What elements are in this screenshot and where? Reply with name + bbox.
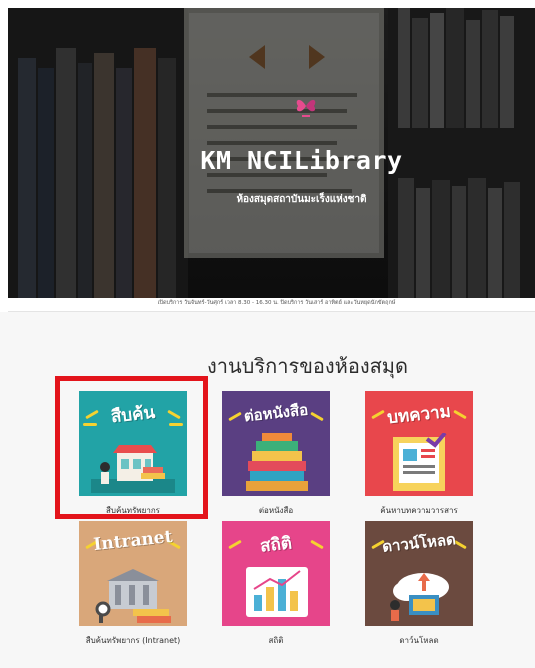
article-icon [393, 433, 447, 491]
service-tile-articles[interactable]: บทความ [365, 391, 473, 496]
site-title: KM NCILibrary [200, 146, 403, 175]
service-tile-intranet[interactable]: Intranet [79, 521, 187, 626]
service-tile-text: ดาวน์โหลด [381, 530, 457, 556]
service-tile-text: ต่อหนังสือ [243, 400, 309, 426]
service-tile-renew[interactable]: ต่อหนังสือ [222, 391, 330, 496]
butterfly-logo-icon [296, 99, 316, 117]
opening-hours-text: เปิดบริการ วันจันทร์-วันศุกร์ เวลา 8.30 … [157, 300, 396, 306]
service-tile-statistics[interactable]: สถิติ [222, 521, 330, 626]
service-label-statistics[interactable]: สถิติ [202, 634, 350, 647]
service-tile-text: บทความ [386, 401, 452, 429]
intranet-library-icon [95, 569, 171, 623]
hero-banner: KM NCILibrary ห้องสมุดสถาบันมะเร็งแห่งชา… [8, 8, 535, 298]
service-label-download[interactable]: ดาว์นโหลด [345, 634, 493, 647]
site-subtitle: ห้องสมุดสถาบันมะเร็งแห่งชาติ [236, 194, 367, 205]
book-stack-icon [246, 433, 308, 491]
service-label-renew[interactable]: ต่อหนังสือ [202, 504, 350, 517]
download-icon [390, 573, 449, 621]
statistics-icon [246, 567, 308, 617]
service-tile-text: Intranet [92, 526, 174, 556]
service-label-articles[interactable]: ค้นหาบทความวารสาร [345, 504, 493, 517]
service-label-intranet[interactable]: สืบค้นทรัพยากร (Intranet) [59, 634, 207, 647]
service-tile-text: สถิติ [259, 533, 293, 557]
service-tile-download[interactable]: ดาวน์โหลด [365, 521, 473, 626]
highlight-box [55, 376, 208, 519]
